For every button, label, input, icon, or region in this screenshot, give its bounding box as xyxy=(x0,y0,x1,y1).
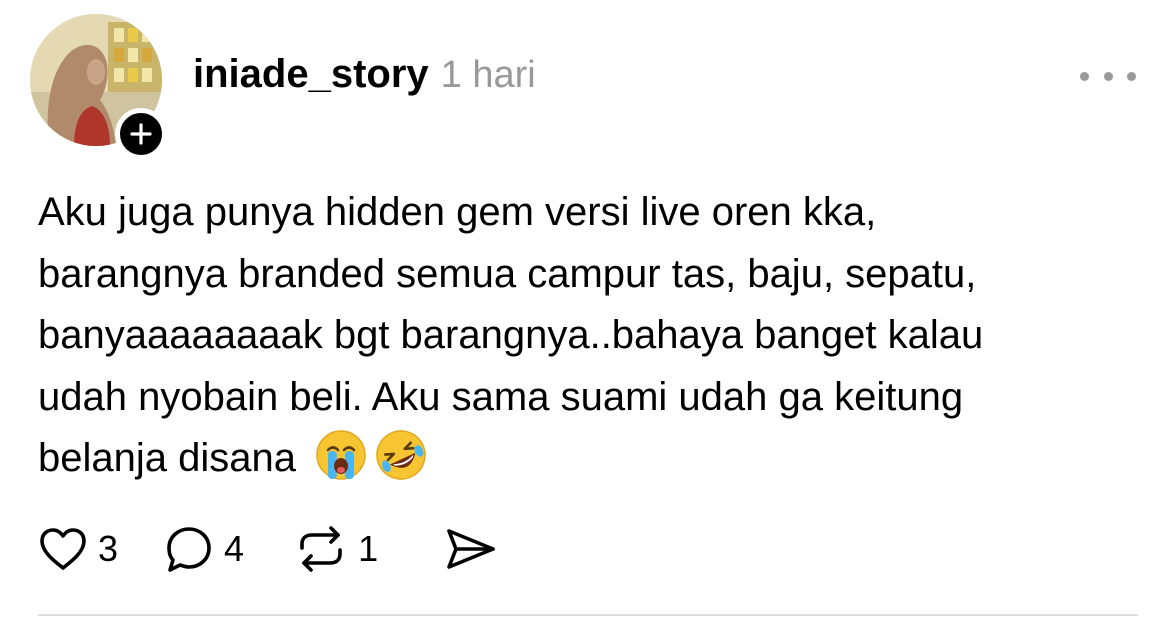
username[interactable]: iniade_story xyxy=(193,52,429,97)
post-body: Aku juga punya hidden gem versi live ore… xyxy=(38,182,1148,490)
more-dots-icon xyxy=(1127,71,1136,81)
more-dots-icon xyxy=(1103,71,1113,81)
loudly-crying-face-icon xyxy=(316,430,366,480)
like-count: 3 xyxy=(98,528,119,569)
speech-bubble-icon xyxy=(164,524,214,574)
post-header: iniade_story 1 hari xyxy=(193,52,536,97)
divider xyxy=(38,614,1138,616)
timestamp: 1 hari xyxy=(440,54,536,96)
avatar-container[interactable] xyxy=(30,14,167,160)
send-icon xyxy=(444,526,498,572)
reply-count: 4 xyxy=(224,528,245,569)
plus-icon xyxy=(130,123,152,145)
more-options-button[interactable] xyxy=(1080,62,1136,90)
heart-icon xyxy=(38,526,88,572)
post-text-line: banyaaaaaaaak bgt barangnya..bahaya bang… xyxy=(38,313,984,357)
rolling-on-the-floor-laughing-icon xyxy=(376,430,426,480)
repost-icon xyxy=(294,524,348,574)
post-text-line: barangnya branded semua campur tas, baju… xyxy=(38,251,977,296)
post-text-line: belanja disana xyxy=(38,436,296,480)
reply-button[interactable]: 4 xyxy=(164,524,244,574)
repost-count: 1 xyxy=(358,528,379,569)
more-dots-icon xyxy=(1080,71,1089,81)
repost-button[interactable]: 1 xyxy=(294,524,378,574)
post-text-line: Aku juga punya hidden gem versi live ore… xyxy=(38,190,877,234)
follow-button[interactable] xyxy=(115,108,167,160)
share-button[interactable] xyxy=(444,526,498,572)
post-text-line: udah nyobain beli. Aku sama suami udah g… xyxy=(38,374,964,419)
post-actions: 3 4 1 xyxy=(38,522,498,576)
like-button[interactable]: 3 xyxy=(38,526,118,572)
